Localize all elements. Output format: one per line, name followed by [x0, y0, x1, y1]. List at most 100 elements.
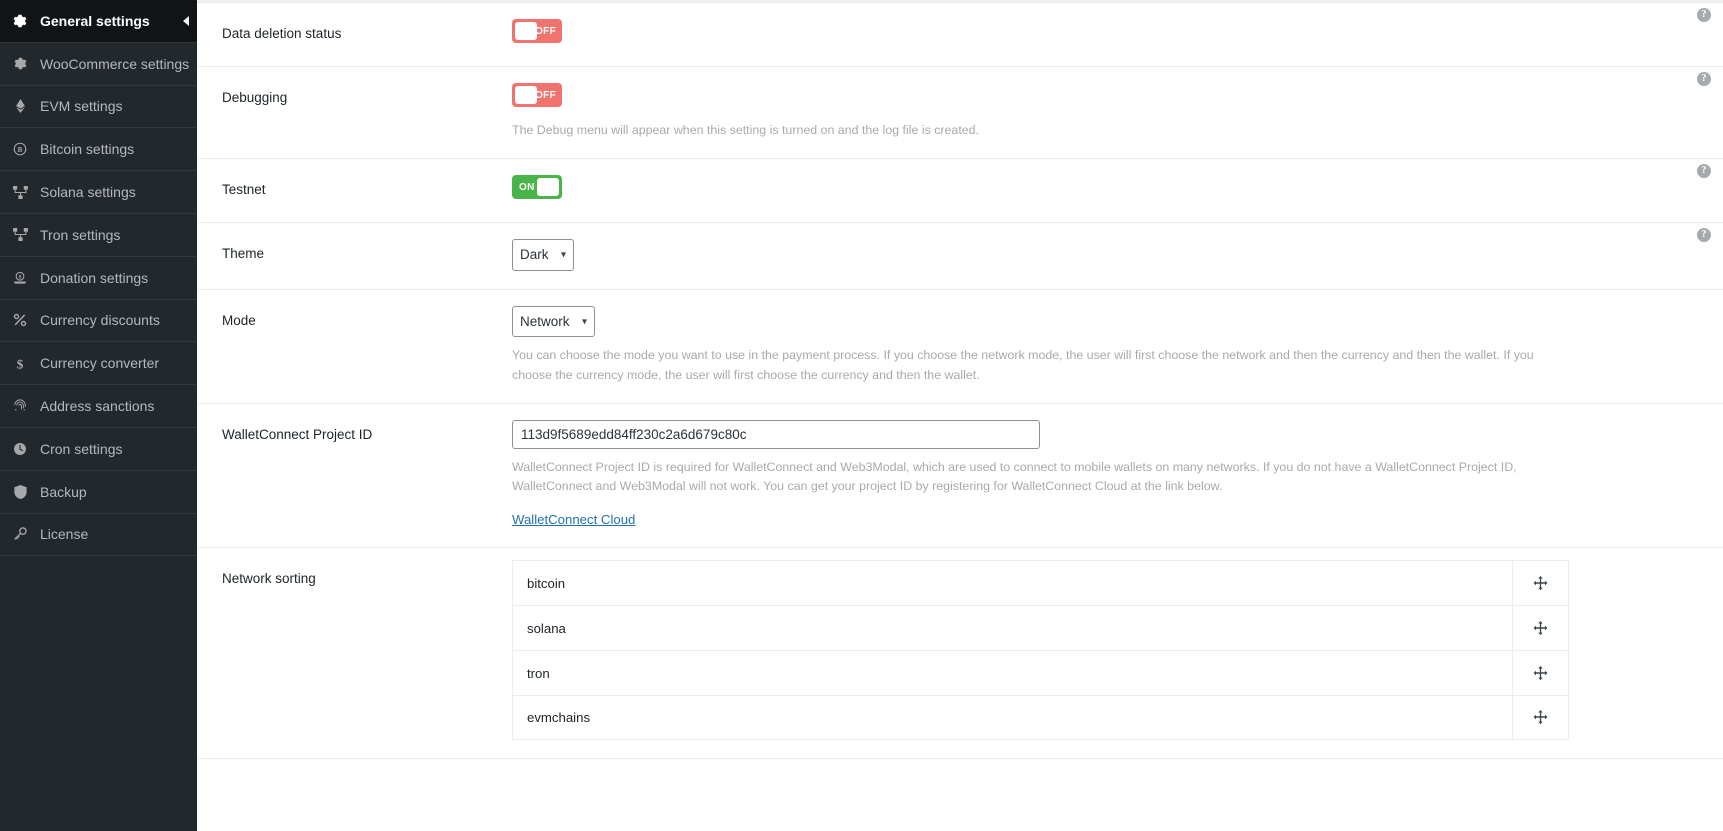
setting-row-debugging: Debugging OFF The Debug menu will appear… — [197, 67, 1723, 160]
walletconnect-project-id-input[interactable] — [512, 419, 1040, 449]
sidebar-item-label: License — [40, 526, 89, 543]
list-item[interactable]: tron — [512, 650, 1569, 696]
sidebar-item-label: EVM settings — [40, 98, 123, 115]
list-item[interactable]: solana — [512, 605, 1569, 651]
gear-icon — [11, 57, 29, 70]
mode-select-wrap: Network ▾ — [512, 305, 595, 338]
percent-icon — [11, 313, 29, 327]
toggle-knob — [515, 86, 537, 104]
setting-description: WalletConnect Project ID is required for… — [512, 459, 1517, 494]
mode-select[interactable]: Network — [512, 305, 595, 338]
setting-field: ON — [504, 159, 1723, 222]
theme-select-wrap: Dark ▾ — [512, 239, 574, 271]
list-item[interactable]: bitcoin — [512, 560, 1569, 606]
drag-move-icon[interactable] — [1512, 606, 1568, 651]
setting-label: Theme — [222, 246, 265, 262]
sidebar-item-currency-converter[interactable]: $ Currency converter — [0, 342, 197, 386]
toggle-state-label: ON — [519, 181, 535, 193]
shield-icon — [11, 484, 29, 499]
setting-row-walletconnect-project-id: WalletConnect Project ID WalletConnect P… — [197, 404, 1723, 549]
testnet-toggle[interactable]: ON — [512, 175, 562, 200]
bitcoin-icon: B — [11, 142, 29, 156]
sidebar-item-label: Solana settings — [40, 184, 136, 201]
network-name: tron — [527, 665, 550, 681]
setting-row-theme: Theme Dark ▾ ? — [197, 223, 1723, 290]
setting-label: Network sorting — [222, 571, 316, 587]
data-deletion-toggle[interactable]: OFF — [512, 19, 562, 43]
drag-move-icon[interactable] — [1512, 561, 1568, 606]
setting-description: The Debug menu will appear when this set… — [512, 123, 979, 137]
toggle-knob — [537, 178, 559, 197]
sidebar-item-currency-discounts[interactable]: Currency discounts — [0, 300, 197, 343]
question-mark-icon[interactable]: ? — [1697, 72, 1711, 86]
sidebar-item-label: Currency converter — [40, 355, 160, 372]
ethereum-icon — [11, 99, 29, 114]
setting-field: WalletConnect Project ID is required for… — [504, 404, 1723, 547]
walletconnect-cloud-link[interactable]: WalletConnect Cloud — [512, 512, 635, 527]
setting-row-data-deletion-status: Data deletion status OFF ? — [197, 3, 1723, 67]
sidebar: General settings WooCommerce settings EV… — [0, 0, 197, 831]
setting-label: Mode — [222, 312, 256, 328]
sidebar-item-address-sanctions[interactable]: Address sanctions — [0, 385, 197, 428]
network-name: bitcoin — [527, 575, 566, 591]
toggle-knob — [515, 22, 537, 40]
sidebar-item-label: Bitcoin settings — [40, 141, 135, 158]
sidebar-item-label: Address sanctions — [40, 398, 155, 415]
sitemap-icon — [11, 228, 29, 242]
svg-text:$: $ — [19, 273, 22, 280]
sidebar-item-label: Currency discounts — [40, 312, 160, 329]
setting-field: Dark ▾ — [504, 223, 1723, 289]
network-name: evmchains — [527, 710, 591, 726]
fingerprint-icon — [11, 399, 29, 413]
setting-label: Debugging — [222, 90, 288, 105]
sitemap-icon — [11, 185, 29, 199]
network-name: solana — [527, 620, 566, 636]
setting-label: Testnet — [222, 182, 266, 198]
drag-move-icon[interactable] — [1512, 696, 1568, 740]
settings-page: General settings WooCommerce settings EV… — [0, 0, 1723, 831]
toggle-state-label: OFF — [535, 25, 556, 37]
setting-field: OFF — [504, 3, 1723, 66]
dollar-icon: $ — [11, 356, 29, 371]
active-arrow-icon — [183, 15, 189, 26]
sidebar-item-bitcoin-settings[interactable]: B Bitcoin settings — [0, 128, 197, 172]
setting-label: WalletConnect Project ID — [222, 426, 373, 442]
key-icon — [11, 527, 29, 541]
setting-field: OFF The Debug menu will appear when this… — [504, 67, 1723, 158]
gear-icon — [11, 14, 29, 28]
sidebar-item-backup[interactable]: Backup — [0, 471, 197, 514]
clock-icon — [11, 442, 29, 456]
setting-description: You can choose the mode you want to use … — [512, 348, 1534, 382]
sidebar-item-label: WooCommerce settings — [40, 55, 190, 72]
sidebar-item-tron-settings[interactable]: Tron settings — [0, 214, 197, 257]
setting-row-testnet: Testnet ON ? — [197, 159, 1723, 224]
sidebar-item-label: Backup — [40, 483, 87, 500]
setting-label: Data deletion status — [222, 26, 342, 41]
network-sorting-list: bitcoin solana tron evmchains — [512, 560, 1569, 741]
toggle-state-label: OFF — [535, 89, 556, 101]
setting-row-network-sorting: Network sorting bitcoin solana tron evmc… — [197, 548, 1723, 760]
sidebar-item-woocommerce-settings[interactable]: WooCommerce settings — [0, 43, 197, 86]
theme-select[interactable]: Dark — [512, 239, 574, 271]
setting-row-mode: Mode Network ▾ You can choose the mode y… — [197, 290, 1723, 404]
sidebar-item-label: Tron settings — [40, 226, 121, 243]
sidebar-item-donation-settings[interactable]: $ Donation settings — [0, 257, 197, 300]
list-item[interactable]: evmchains — [512, 695, 1569, 741]
sidebar-item-solana-settings[interactable]: Solana settings — [0, 171, 197, 214]
sidebar-item-label: General settings — [40, 12, 150, 29]
setting-field: bitcoin solana tron evmchains — [504, 548, 1723, 758]
drag-move-icon[interactable] — [1512, 651, 1568, 696]
sidebar-item-label: Donation settings — [40, 269, 149, 286]
sidebar-item-license[interactable]: License — [0, 514, 197, 557]
sidebar-item-cron-settings[interactable]: Cron settings — [0, 428, 197, 471]
setting-field: Network ▾ You can choose the mode you wa… — [504, 290, 1723, 403]
sidebar-item-label: Cron settings — [40, 440, 123, 457]
sidebar-item-general-settings[interactable]: General settings — [0, 0, 197, 43]
sidebar-item-evm-settings[interactable]: EVM settings — [0, 86, 197, 129]
question-mark-icon[interactable]: ? — [1697, 8, 1711, 22]
settings-content: Data deletion status OFF ? Debugging OFF… — [197, 0, 1723, 831]
donate-icon: $ — [11, 271, 29, 285]
svg-text:B: B — [18, 146, 23, 154]
debugging-toggle[interactable]: OFF — [512, 83, 562, 107]
svg-text:$: $ — [17, 356, 24, 371]
